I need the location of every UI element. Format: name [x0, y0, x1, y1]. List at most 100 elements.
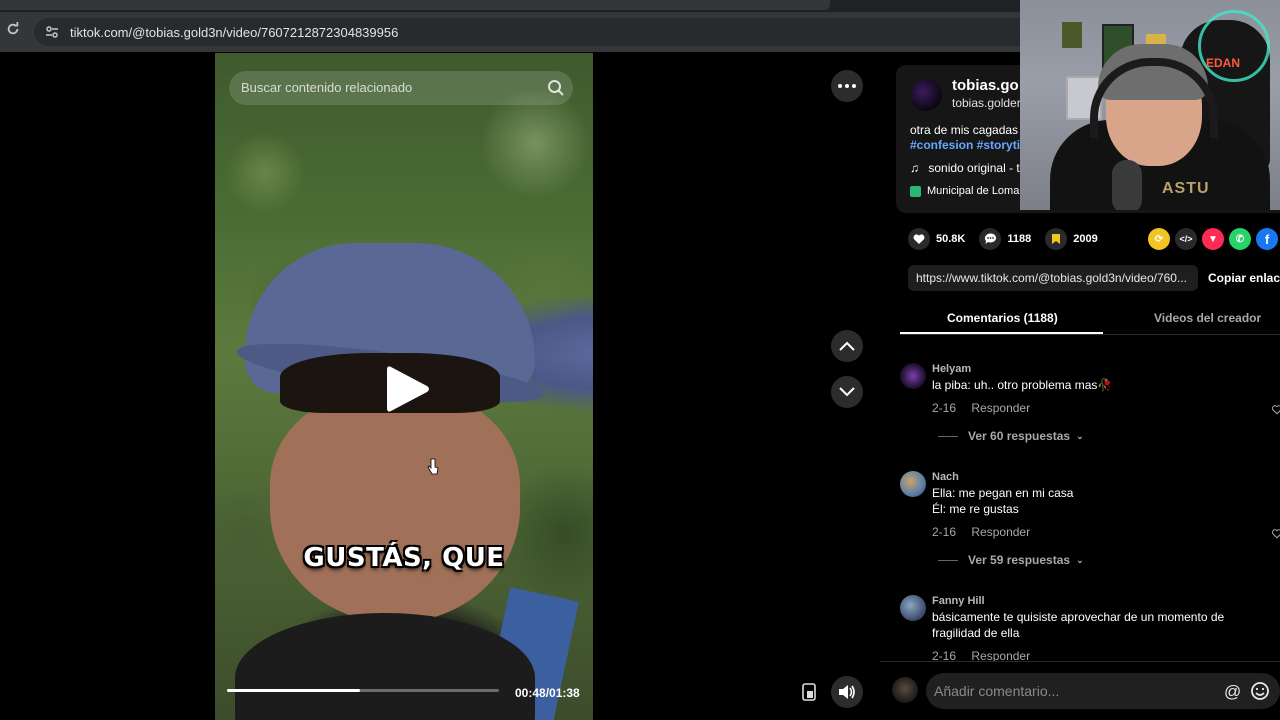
whatsapp-icon[interactable]: ✆	[1229, 228, 1251, 250]
comment-item: Fanny Hill básicamente te quisiste aprov…	[900, 595, 1280, 661]
comment-meta: 2-16 Responder	[932, 525, 1030, 539]
mouse-cursor-icon	[427, 458, 439, 476]
chevron-up-icon	[839, 341, 855, 351]
replies-divider	[938, 559, 958, 561]
heart-icon[interactable]	[908, 228, 930, 250]
view-replies-label[interactable]: Ver 60 respuestas	[968, 429, 1070, 443]
related-search-input[interactable]: Buscar contenido relacionado	[229, 71, 573, 105]
video-progress-fill	[227, 689, 361, 692]
url-field[interactable]: tiktok.com/@tobias.gold3n/video/76072128…	[34, 18, 1020, 46]
video-progress-bar[interactable]	[227, 689, 499, 692]
previous-video-button[interactable]	[831, 330, 863, 362]
music-title[interactable]: sonido original - t	[928, 161, 1019, 175]
search-icon[interactable]	[547, 79, 565, 97]
video-link-field[interactable]: https://www.tiktok.com/@tobias.gold3n/vi…	[908, 265, 1198, 291]
repost-icon[interactable]: ⟳	[1148, 228, 1170, 250]
floating-player-icon	[802, 683, 816, 701]
comment-like-icon[interactable]	[1272, 529, 1280, 539]
comment-meta: 2-16 Responder	[932, 401, 1030, 415]
chevron-down-icon	[839, 387, 855, 397]
comment-text: Ella: me pegan en mi casa Él: me re gust…	[932, 485, 1073, 517]
volume-icon	[839, 685, 855, 699]
location-name[interactable]: Municipal de Loma	[927, 185, 1019, 197]
bookmark-icon[interactable]	[1045, 228, 1068, 250]
author-name[interactable]: tobias.go	[952, 77, 1019, 94]
chevron-down-icon: ⌄	[1076, 430, 1084, 441]
emoji-icon[interactable]	[1250, 681, 1270, 701]
comment-date: 2-16	[932, 401, 957, 415]
facebook-icon[interactable]: f	[1256, 228, 1278, 250]
site-settings-icon[interactable]	[44, 24, 60, 40]
address-bar: tiktok.com/@tobias.gold3n/video/76072128…	[0, 12, 1020, 52]
copy-link-button[interactable]: Copiar enlace	[1208, 271, 1280, 285]
comment-item: Nach Ella: me pegan en mi casa Él: me re…	[900, 471, 1280, 571]
video-time: 00:48/01:38	[515, 686, 580, 700]
volume-button[interactable]	[831, 676, 863, 708]
browser-tab[interactable]	[0, 0, 830, 10]
reply-button[interactable]: Responder	[971, 401, 1030, 415]
shirt-print: ASTU	[1162, 180, 1210, 197]
comment-date: 2-16	[932, 525, 957, 539]
video-hashtags[interactable]: #confesion #storytir	[910, 138, 1025, 152]
commenter-name[interactable]: Helyam	[932, 363, 971, 375]
add-comment-input[interactable]: Añadir comentario... @	[926, 673, 1280, 709]
reply-button[interactable]: Responder	[971, 649, 1030, 661]
music-link[interactable]: ♫ sonido original - t	[910, 161, 1020, 175]
commenter-name[interactable]: Fanny Hill	[932, 595, 985, 607]
comment-line: Él: me re gustas	[932, 502, 1019, 516]
reload-icon[interactable]	[6, 22, 22, 42]
location-pin-icon	[910, 185, 921, 197]
comment-line: fragilidad de ella	[932, 626, 1020, 640]
tab-creator-videos[interactable]: Videos del creador	[1154, 311, 1261, 325]
comment-bubble-icon[interactable]	[979, 228, 1002, 250]
commenter-avatar[interactable]	[900, 363, 926, 389]
picture-in-picture-button[interactable]	[793, 676, 825, 708]
location-link[interactable]: Municipal de Loma	[910, 185, 1019, 197]
video-subject-face	[270, 393, 520, 623]
view-replies-button[interactable]: Ver 60 respuestas ⌄	[938, 429, 1084, 443]
replies-divider	[938, 435, 958, 437]
comment-list[interactable]: Helyam la piba: uh.. otro problema mas🥀 …	[900, 353, 1280, 661]
browser-tab-strip	[0, 0, 1020, 12]
streamer-webcam-overlay: EDAN ASTU	[1020, 0, 1280, 210]
send-icon[interactable]: ▼	[1202, 228, 1224, 250]
save-stat[interactable]: 2009	[1045, 228, 1098, 250]
commenter-name[interactable]: Nach	[932, 471, 959, 483]
comment-composer: Añadir comentario... @	[880, 661, 1280, 720]
save-count: 2009	[1073, 233, 1098, 245]
add-comment-placeholder: Añadir comentario...	[934, 683, 1060, 699]
video-player[interactable]: Buscar contenido relacionado GUSTÁS, QUE…	[215, 53, 593, 720]
comment-item: Helyam la piba: uh.. otro problema mas🥀 …	[900, 363, 1280, 453]
active-tab-indicator	[900, 332, 1103, 334]
comment-count: 1188	[1007, 233, 1032, 245]
video-description: otra de mis cagadas	[910, 123, 1019, 137]
url-text[interactable]: tiktok.com/@tobias.gold3n/video/76072128…	[70, 25, 398, 40]
commenter-avatar[interactable]	[900, 595, 926, 621]
play-icon[interactable]	[385, 363, 431, 415]
share-icons-row: ⟳ </> ▼ ✆ f	[1148, 228, 1278, 250]
view-replies-button[interactable]: Ver 59 respuestas ⌄	[938, 553, 1084, 567]
comment-stat[interactable]: 1188	[979, 228, 1031, 250]
reply-button[interactable]: Responder	[971, 525, 1030, 539]
screen: tiktok.com/@tobias.gold3n/video/76072128…	[0, 0, 1280, 720]
author-handle[interactable]: tobias.golder	[952, 96, 1021, 110]
comment-date: 2-16	[932, 649, 957, 661]
comment-text: básicamente te quisiste aprovechar de un…	[932, 609, 1224, 641]
view-replies-label[interactable]: Ver 59 respuestas	[968, 553, 1070, 567]
chevron-down-icon: ⌄	[1076, 554, 1084, 565]
next-video-button[interactable]	[831, 376, 863, 408]
neon-sign-text: EDAN	[1206, 56, 1241, 70]
commenter-avatar[interactable]	[900, 471, 926, 497]
more-options-button[interactable]	[831, 70, 863, 102]
neon-sign	[1198, 10, 1270, 82]
like-count: 50.8K	[936, 233, 966, 245]
like-stat[interactable]: 50.8K	[908, 228, 965, 250]
comment-like-icon[interactable]	[1272, 405, 1280, 415]
related-search-placeholder: Buscar contenido relacionado	[241, 80, 413, 95]
mention-icon[interactable]: @	[1224, 682, 1241, 702]
author-avatar[interactable]	[910, 79, 942, 111]
tab-comments[interactable]: Comentarios (1188)	[947, 311, 1058, 325]
embed-icon[interactable]: </>	[1175, 228, 1197, 250]
comment-line: Ella: me pegan en mi casa	[932, 486, 1074, 500]
video-stats: 50.8K 1188 2009	[908, 228, 1112, 250]
